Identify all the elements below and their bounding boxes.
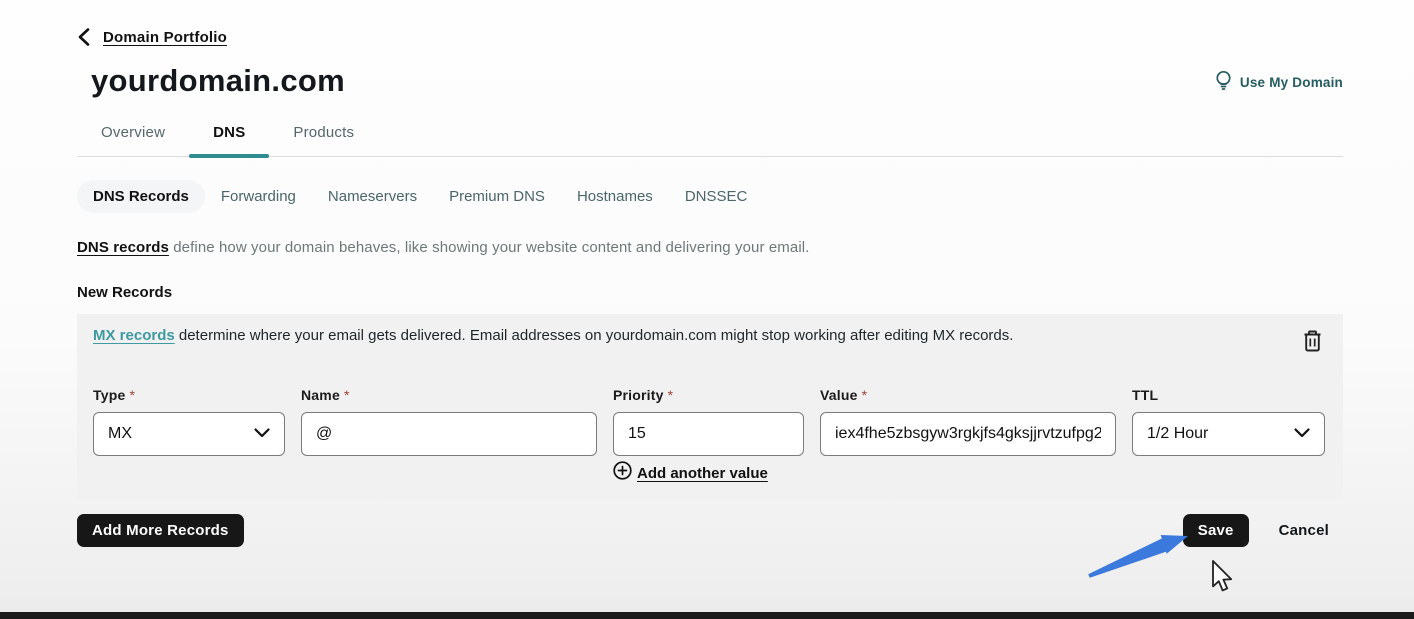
required-marker: * — [344, 387, 350, 403]
mouse-cursor — [1210, 560, 1234, 597]
add-another-value-label: Add another value — [637, 465, 768, 482]
ttl-select-value: 1/2 Hour — [1147, 425, 1208, 443]
screen-bottom-edge — [0, 612, 1414, 619]
back-link-domain-portfolio[interactable]: Domain Portfolio — [103, 29, 227, 46]
priority-label: Priority* — [613, 387, 804, 403]
save-button[interactable]: Save — [1183, 514, 1249, 547]
use-my-domain-button[interactable]: Use My Domain — [1215, 70, 1343, 95]
chevron-down-icon — [1294, 425, 1310, 443]
use-my-domain-label: Use My Domain — [1240, 75, 1343, 90]
subtab-premium-dns[interactable]: Premium DNS — [433, 180, 561, 213]
dns-description-text: define how your domain behaves, like sho… — [169, 239, 810, 256]
dns-management-page: Domain Portfolio yourdomain.com Use My D… — [77, 0, 1343, 547]
dns-subtab-bar: DNS Records Forwarding Nameservers Premi… — [77, 180, 1343, 213]
form-actions: Add More Records Save Cancel — [77, 514, 1343, 547]
page-title: yourdomain.com — [91, 63, 345, 99]
lightbulb-icon — [1215, 70, 1232, 95]
record-form: Type* Name* Priority* Value* TTL MX 1/2 … — [93, 387, 1327, 485]
cancel-button[interactable]: Cancel — [1279, 522, 1329, 539]
add-more-records-button[interactable]: Add More Records — [77, 514, 244, 547]
ttl-label: TTL — [1132, 387, 1325, 403]
tab-products-label: Products — [293, 124, 354, 141]
tab-bar: Overview DNS Products — [77, 114, 1343, 157]
required-marker: * — [668, 387, 674, 403]
tab-overview-label: Overview — [101, 124, 165, 141]
priority-input[interactable] — [613, 412, 804, 456]
subtab-hostnames[interactable]: Hostnames — [561, 180, 669, 213]
ttl-select[interactable]: 1/2 Hour — [1132, 412, 1325, 456]
required-marker: * — [129, 387, 135, 403]
chevron-down-icon — [254, 425, 270, 443]
new-record-card: MX records determine where your email ge… — [77, 314, 1343, 499]
name-label: Name* — [301, 387, 597, 403]
tab-dns-label: DNS — [213, 124, 245, 141]
add-another-value-button[interactable]: Add another value — [613, 461, 1116, 485]
save-cancel-group: Save Cancel — [1183, 514, 1329, 547]
breadcrumb: Domain Portfolio — [77, 0, 1343, 46]
subtab-nameservers[interactable]: Nameservers — [312, 180, 433, 213]
required-marker: * — [862, 387, 868, 403]
title-row: yourdomain.com Use My Domain — [77, 63, 1343, 99]
plus-circle-icon — [613, 461, 632, 485]
subtab-dnssec[interactable]: DNSSEC — [669, 180, 764, 213]
subtab-dns-records[interactable]: DNS Records — [77, 180, 205, 213]
mx-notice-text-wrap: MX records determine where your email ge… — [93, 327, 1013, 344]
delete-record-button[interactable] — [1302, 329, 1323, 356]
subtab-forwarding[interactable]: Forwarding — [205, 180, 312, 213]
value-input[interactable] — [820, 412, 1116, 456]
tab-dns[interactable]: DNS — [189, 114, 269, 156]
value-label: Value* — [820, 387, 1116, 403]
dns-description: DNS records define how your domain behav… — [77, 239, 1343, 256]
name-input[interactable] — [301, 412, 597, 456]
tab-overview[interactable]: Overview — [77, 114, 189, 156]
tab-products[interactable]: Products — [269, 114, 378, 156]
dns-records-link[interactable]: DNS records — [77, 239, 169, 256]
mx-records-notice: MX records determine where your email ge… — [93, 327, 1327, 356]
type-select-value: MX — [108, 425, 132, 443]
mx-notice-text: determine where your email gets delivere… — [175, 327, 1014, 344]
back-chevron-icon[interactable] — [77, 28, 90, 46]
type-label: Type* — [93, 387, 285, 403]
trash-icon — [1302, 341, 1323, 356]
new-records-heading: New Records — [77, 284, 1343, 301]
type-select[interactable]: MX — [93, 412, 285, 456]
mx-records-link[interactable]: MX records — [93, 327, 175, 344]
